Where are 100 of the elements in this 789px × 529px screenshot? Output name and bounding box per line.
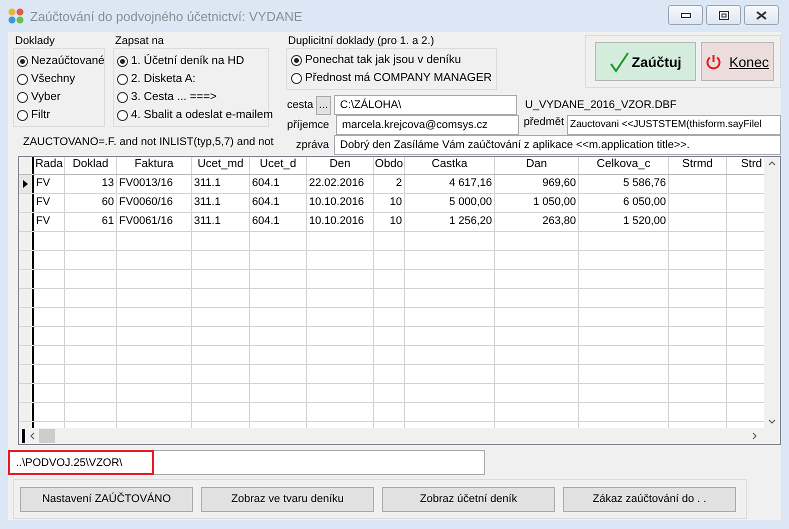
radio-option[interactable]: Přednost má COMPANY MANAGER [291,69,492,87]
minimize-icon [680,12,690,18]
radio-button[interactable] [17,74,28,84]
radio-button[interactable] [17,92,28,102]
corner-header [19,157,34,174]
highlighted-path: ..\PODVOJ.25\VZOR\ [8,450,154,475]
minimize-button[interactable] [668,5,703,25]
close-icon [756,10,767,20]
table-cell: 61 [65,213,117,231]
column-header[interactable]: Ucet_md [192,157,250,174]
action-button[interactable]: Zákaz zaúčtování do . . [563,486,736,512]
action-button[interactable]: Zobraz ve tvaru deníku [201,486,374,512]
input-field[interactable]: Zauctovani <<JUSTSTEM(thisform.sayFilel [567,115,781,135]
table-cell: 13 [65,175,117,193]
field-label: cesta [286,99,314,111]
column-header[interactable]: Castka [405,157,495,174]
column-header[interactable]: Den [307,157,374,174]
column-header[interactable]: Faktura [117,157,192,174]
table-cell: 311.1 [192,194,250,212]
table-cell: 969,60 [495,175,579,193]
table-cell: FV0060/16 [117,194,192,212]
scroll-left-icon[interactable] [29,432,37,440]
radio-button[interactable] [117,74,128,84]
radio-button[interactable] [291,72,302,84]
radio-button[interactable] [117,110,128,120]
maximize-button[interactable] [706,5,741,25]
table-cell: 4 617,16 [405,175,495,193]
column-header[interactable]: Celkova_c [579,157,669,174]
table-cell: 1 520,00 [579,213,669,231]
radio-option[interactable]: 3. Cesta ... ===> [117,88,265,106]
file-name: U_VYDANE_2016_VZOR.DBF [525,99,677,111]
group-label: Doklady [14,34,56,48]
radio-option[interactable]: Filtr [17,106,101,124]
exit-button[interactable]: Konec [701,42,774,81]
radio-option[interactable]: 2. Disketa A: [117,70,265,88]
checkmark-icon [610,50,630,72]
window-title: Zaúčtování do podvojného účetnictví: VYDANE [30,8,304,24]
scroll-up-icon[interactable] [768,161,776,166]
input-field[interactable]: Dobrý den Zasíláme Vám zaúčtování z aplikace <<m.application title>>. [334,135,781,155]
radio-label: 1. Účetní deník na HD [131,55,244,67]
post-button[interactable]: Zaúčtuj [595,42,696,81]
path-field[interactable]: ..\PODVOJ.25\VZOR\ [8,450,485,475]
record-marker [22,429,25,443]
table-cell: 604.1 [250,194,307,212]
column-header[interactable]: Strmd [669,157,727,174]
close-button[interactable] [744,5,779,25]
field-label: příjemce [286,119,330,131]
row-header[interactable] [19,194,34,212]
column-header[interactable]: Rada [34,157,65,174]
column-header[interactable]: Doklad [65,157,117,174]
field-label: zpráva [295,139,330,151]
table-cell: 311.1 [192,213,250,231]
column-header[interactable]: Obdo [374,157,405,174]
filter-expression: ZAUCTOVANO=.F. and not INLIST(typ,5,7) and not [23,136,274,149]
radio-label: Přednost má COMPANY MANAGER [305,72,492,84]
browse-button[interactable]: ... [316,96,331,114]
row-header[interactable] [19,213,34,231]
table-cell: 604.1 [250,213,307,231]
radio-option[interactable]: Všechny [17,70,101,88]
table-cell: 5 586,76 [579,175,669,193]
table-cell: 60 [65,194,117,212]
group-label: Zapsat na [114,34,165,48]
table-cell: 5 000,00 [405,194,495,212]
horizontal-scrollbar[interactable] [19,428,780,444]
maximize-icon [718,10,728,20]
action-button[interactable]: Nastavení ZAÚČTOVÁNO [20,486,193,512]
app-icon [8,8,24,24]
vertical-scrollbar[interactable] [764,157,780,428]
radio-option[interactable]: Ponechat tak jak jsou v deníku [291,51,492,69]
table-cell: FV [34,194,65,212]
column-header[interactable]: Ucet_d [250,157,307,174]
table-cell: FV0061/16 [117,213,192,231]
table-cell: 10 [374,194,405,212]
table-cell: 10.10.2016 [307,194,374,212]
radio-label: Vyber [31,91,61,103]
scroll-thumb[interactable] [39,429,55,443]
field-label: předmět [524,116,564,128]
radio-option[interactable]: Vyber [17,88,101,106]
table-cell: 604.1 [250,175,307,193]
radio-button[interactable] [117,92,128,102]
radio-label: 2. Disketa A: [131,73,196,85]
input-field[interactable]: C:\ZÁLOHA\ [334,95,517,115]
row-header[interactable] [19,175,34,193]
column-header[interactable]: Dan [495,157,579,174]
table-cell: FV [34,213,65,231]
radio-label: 3. Cesta ... ===> [131,91,217,103]
radio-button[interactable] [17,56,28,66]
radio-label: Filtr [31,109,50,121]
radio-label: 4. Sbalit a odeslat e-mailem [131,109,273,121]
action-button[interactable]: Zobraz účetní deník [382,486,555,512]
radio-option[interactable]: 1. Účetní deník na HD [117,52,265,70]
radio-button[interactable] [291,54,302,66]
radio-button[interactable] [117,56,128,66]
scroll-right-icon[interactable] [750,432,758,440]
input-field[interactable]: marcela.krejcova@comsys.cz [336,115,519,135]
radio-button[interactable] [17,110,28,120]
scroll-down-icon[interactable] [768,419,776,424]
radio-label: Nezaúčtované [31,55,105,67]
table-cell: 22.02.2016 [307,175,374,193]
table-cell: 2 [374,175,405,193]
